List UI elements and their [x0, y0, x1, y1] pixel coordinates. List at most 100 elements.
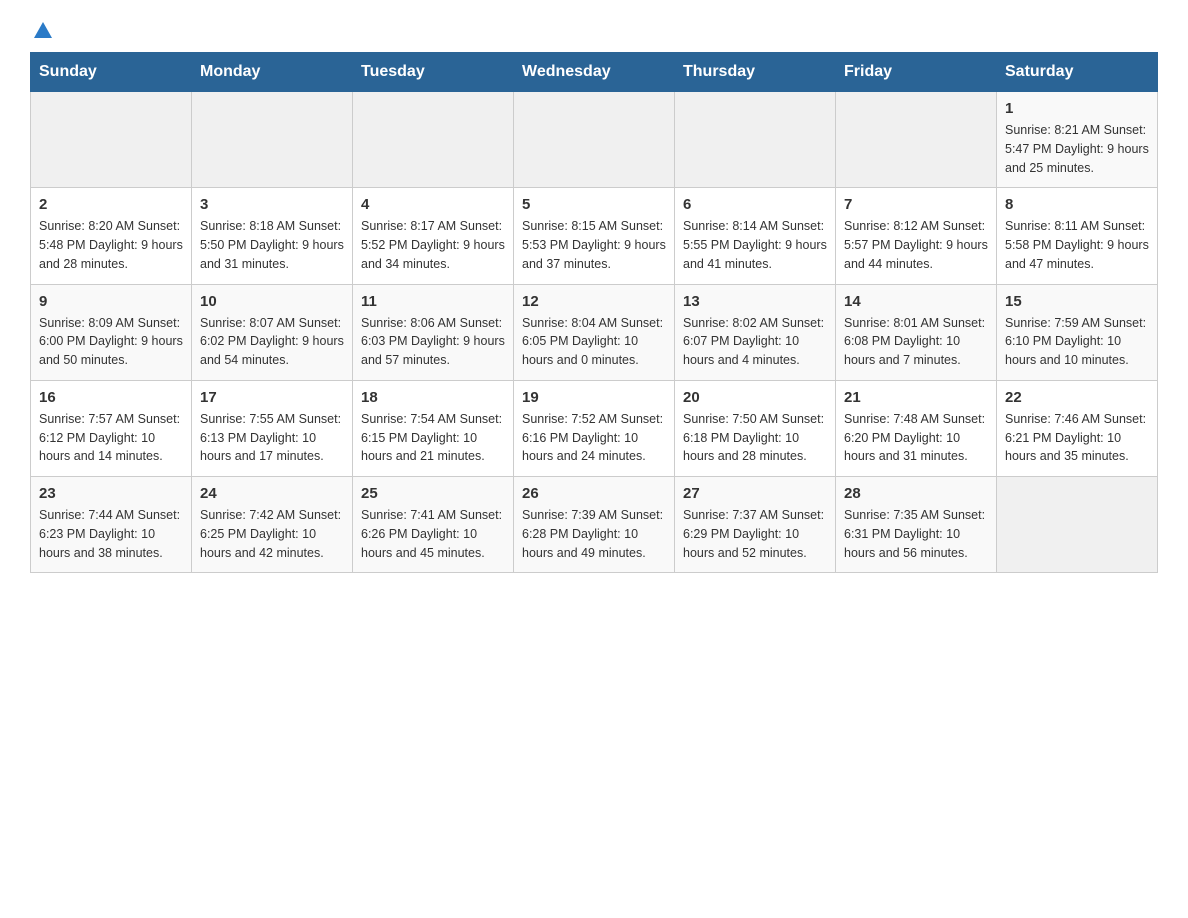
day-header-tuesday: Tuesday: [353, 53, 514, 92]
calendar-cell: 1 Sunrise: 8:21 AM Sunset: 5:47 PM Daylig…: [997, 92, 1158, 188]
calendar-cell: [514, 92, 675, 188]
calendar-cell: 17 Sunrise: 7:55 AM Sunset: 6:13 PM Dayli…: [192, 380, 353, 476]
day-info: Sunrise: 8:20 AM Sunset: 5:48 PM Dayligh…: [39, 217, 183, 273]
calendar-cell: [31, 92, 192, 188]
day-info: Sunrise: 8:21 AM Sunset: 5:47 PM Dayligh…: [1005, 121, 1149, 177]
calendar-header-row: SundayMondayTuesdayWednesdayThursdayFrid…: [31, 53, 1158, 92]
calendar-cell: 13 Sunrise: 8:02 AM Sunset: 6:07 PM Dayli…: [675, 284, 836, 380]
calendar-cell: 25 Sunrise: 7:41 AM Sunset: 6:26 PM Dayli…: [353, 477, 514, 573]
calendar-cell: 23 Sunrise: 7:44 AM Sunset: 6:23 PM Dayli…: [31, 477, 192, 573]
day-number: 27: [683, 485, 827, 502]
calendar-cell: 3 Sunrise: 8:18 AM Sunset: 5:50 PM Daylig…: [192, 188, 353, 284]
calendar-body: 1 Sunrise: 8:21 AM Sunset: 5:47 PM Daylig…: [31, 92, 1158, 573]
day-number: 17: [200, 389, 344, 406]
calendar-cell: 19 Sunrise: 7:52 AM Sunset: 6:16 PM Dayli…: [514, 380, 675, 476]
logo: [30, 20, 54, 42]
day-info: Sunrise: 7:59 AM Sunset: 6:10 PM Dayligh…: [1005, 314, 1149, 370]
calendar-week-row: 9Sunrise: 8:09 AM Sunset: 6:00 PM Daylig…: [31, 284, 1158, 380]
day-info: Sunrise: 7:44 AM Sunset: 6:23 PM Dayligh…: [39, 506, 183, 562]
day-number: 19: [522, 389, 666, 406]
calendar-cell: 16 Sunrise: 7:57 AM Sunset: 6:12 PM Dayli…: [31, 380, 192, 476]
day-number: 9: [39, 293, 183, 310]
day-header-sunday: Sunday: [31, 53, 192, 92]
day-info: Sunrise: 8:14 AM Sunset: 5:55 PM Dayligh…: [683, 217, 827, 273]
day-info: Sunrise: 7:48 AM Sunset: 6:20 PM Dayligh…: [844, 410, 988, 466]
day-info: Sunrise: 7:52 AM Sunset: 6:16 PM Dayligh…: [522, 410, 666, 466]
day-info: Sunrise: 7:35 AM Sunset: 6:31 PM Dayligh…: [844, 506, 988, 562]
calendar-cell: 4 Sunrise: 8:17 AM Sunset: 5:52 PM Daylig…: [353, 188, 514, 284]
calendar-cell: 12Sunrise: 8:04 AM Sunset: 6:05 PM Dayli…: [514, 284, 675, 380]
calendar-cell: [836, 92, 997, 188]
calendar-cell: 6 Sunrise: 8:14 AM Sunset: 5:55 PM Daylig…: [675, 188, 836, 284]
day-number: 4: [361, 196, 505, 213]
calendar-cell: 22 Sunrise: 7:46 AM Sunset: 6:21 PM Dayli…: [997, 380, 1158, 476]
day-number: 21: [844, 389, 988, 406]
day-info: Sunrise: 8:04 AM Sunset: 6:05 PM Dayligh…: [522, 314, 666, 370]
calendar-header: SundayMondayTuesdayWednesdayThursdayFrid…: [31, 53, 1158, 92]
day-info: Sunrise: 7:39 AM Sunset: 6:28 PM Dayligh…: [522, 506, 666, 562]
calendar-cell: [997, 477, 1158, 573]
calendar-cell: 14Sunrise: 8:01 AM Sunset: 6:08 PM Dayli…: [836, 284, 997, 380]
calendar-cell: 18 Sunrise: 7:54 AM Sunset: 6:15 PM Dayli…: [353, 380, 514, 476]
day-number: 14: [844, 293, 988, 310]
day-info: Sunrise: 7:55 AM Sunset: 6:13 PM Dayligh…: [200, 410, 344, 466]
day-number: 8: [1005, 196, 1149, 213]
day-number: 1: [1005, 100, 1149, 117]
calendar-cell: 9Sunrise: 8:09 AM Sunset: 6:00 PM Daylig…: [31, 284, 192, 380]
day-header-monday: Monday: [192, 53, 353, 92]
calendar-week-row: 2 Sunrise: 8:20 AM Sunset: 5:48 PM Daylig…: [31, 188, 1158, 284]
calendar-cell: 21 Sunrise: 7:48 AM Sunset: 6:20 PM Dayli…: [836, 380, 997, 476]
day-info: Sunrise: 7:54 AM Sunset: 6:15 PM Dayligh…: [361, 410, 505, 466]
day-number: 25: [361, 485, 505, 502]
day-info: Sunrise: 7:37 AM Sunset: 6:29 PM Dayligh…: [683, 506, 827, 562]
calendar-cell: [675, 92, 836, 188]
day-number: 7: [844, 196, 988, 213]
day-number: 20: [683, 389, 827, 406]
day-number: 15: [1005, 293, 1149, 310]
day-number: 3: [200, 196, 344, 213]
day-header-thursday: Thursday: [675, 53, 836, 92]
day-info: Sunrise: 7:50 AM Sunset: 6:18 PM Dayligh…: [683, 410, 827, 466]
day-info: Sunrise: 7:41 AM Sunset: 6:26 PM Dayligh…: [361, 506, 505, 562]
day-number: 6: [683, 196, 827, 213]
day-info: Sunrise: 7:46 AM Sunset: 6:21 PM Dayligh…: [1005, 410, 1149, 466]
day-info: Sunrise: 7:57 AM Sunset: 6:12 PM Dayligh…: [39, 410, 183, 466]
calendar-cell: 11Sunrise: 8:06 AM Sunset: 6:03 PM Dayli…: [353, 284, 514, 380]
day-number: 24: [200, 485, 344, 502]
day-info: Sunrise: 8:12 AM Sunset: 5:57 PM Dayligh…: [844, 217, 988, 273]
day-info: Sunrise: 8:11 AM Sunset: 5:58 PM Dayligh…: [1005, 217, 1149, 273]
calendar-week-row: 23 Sunrise: 7:44 AM Sunset: 6:23 PM Dayli…: [31, 477, 1158, 573]
calendar-table: SundayMondayTuesdayWednesdayThursdayFrid…: [30, 52, 1158, 573]
calendar-cell: 27 Sunrise: 7:37 AM Sunset: 6:29 PM Dayli…: [675, 477, 836, 573]
day-number: 18: [361, 389, 505, 406]
calendar-cell: 2 Sunrise: 8:20 AM Sunset: 5:48 PM Daylig…: [31, 188, 192, 284]
day-number: 22: [1005, 389, 1149, 406]
logo-triangle-icon: [32, 20, 54, 42]
day-info: Sunrise: 8:18 AM Sunset: 5:50 PM Dayligh…: [200, 217, 344, 273]
day-number: 10: [200, 293, 344, 310]
day-info: Sunrise: 8:17 AM Sunset: 5:52 PM Dayligh…: [361, 217, 505, 273]
day-info: Sunrise: 8:07 AM Sunset: 6:02 PM Dayligh…: [200, 314, 344, 370]
calendar-week-row: 16 Sunrise: 7:57 AM Sunset: 6:12 PM Dayli…: [31, 380, 1158, 476]
day-header-friday: Friday: [836, 53, 997, 92]
calendar-week-row: 1 Sunrise: 8:21 AM Sunset: 5:47 PM Daylig…: [31, 92, 1158, 188]
day-number: 28: [844, 485, 988, 502]
day-number: 16: [39, 389, 183, 406]
day-number: 23: [39, 485, 183, 502]
calendar-cell: 28 Sunrise: 7:35 AM Sunset: 6:31 PM Dayli…: [836, 477, 997, 573]
calendar-cell: 24 Sunrise: 7:42 AM Sunset: 6:25 PM Dayli…: [192, 477, 353, 573]
day-number: 2: [39, 196, 183, 213]
page-header: [30, 20, 1158, 42]
day-number: 13: [683, 293, 827, 310]
day-header-saturday: Saturday: [997, 53, 1158, 92]
calendar-cell: 7 Sunrise: 8:12 AM Sunset: 5:57 PM Daylig…: [836, 188, 997, 284]
day-header-wednesday: Wednesday: [514, 53, 675, 92]
calendar-cell: 26 Sunrise: 7:39 AM Sunset: 6:28 PM Dayli…: [514, 477, 675, 573]
day-info: Sunrise: 8:02 AM Sunset: 6:07 PM Dayligh…: [683, 314, 827, 370]
day-info: Sunrise: 7:42 AM Sunset: 6:25 PM Dayligh…: [200, 506, 344, 562]
calendar-cell: 5Sunrise: 8:15 AM Sunset: 5:53 PM Daylig…: [514, 188, 675, 284]
day-number: 26: [522, 485, 666, 502]
calendar-cell: [192, 92, 353, 188]
calendar-cell: 20 Sunrise: 7:50 AM Sunset: 6:18 PM Dayli…: [675, 380, 836, 476]
calendar-cell: 10 Sunrise: 8:07 AM Sunset: 6:02 PM Dayli…: [192, 284, 353, 380]
